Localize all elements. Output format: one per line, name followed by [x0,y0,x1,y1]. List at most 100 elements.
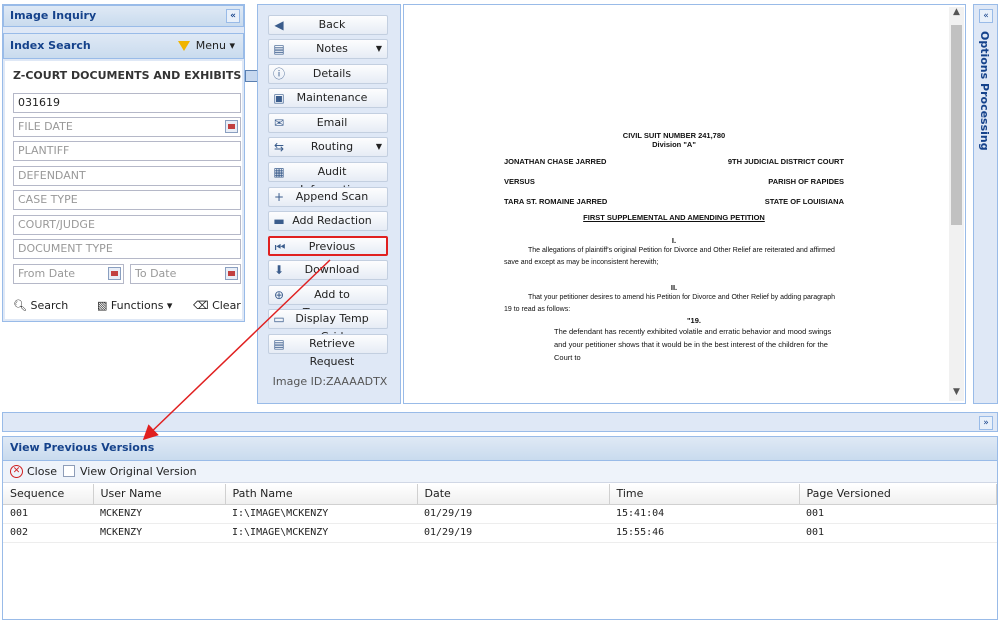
doc-paragraph-2: That your petitioner desires to amend hi… [504,294,836,313]
toolbar-button-label: Email [316,116,348,129]
add-redaction-button[interactable]: ▬ Add Redaction [268,211,388,231]
back-button[interactable]: ◀ Back [268,15,388,35]
image-inquiry-panel: Image Inquiry « Index Search Menu ▾ Z-CO… [2,4,279,322]
append-scan-icon: + [273,190,285,204]
notes-button[interactable]: ▤ Notes ▼ [268,39,388,59]
column-header[interactable]: Sequence [3,484,94,505]
chevron-down-icon[interactable]: ▼ [376,138,382,156]
audit-information-button[interactable]: ▦Audit Information [268,162,388,196]
toolbar-button-label: Notes [316,42,348,55]
functions-icon: ▧ [97,299,108,312]
doc-section-1: I. [671,236,677,245]
options-processing-title[interactable]: Options Processing [978,31,991,151]
email-button[interactable]: ✉ Email [268,113,388,133]
case-type-input[interactable]: CASE TYPE [13,190,241,210]
download-button[interactable]: ⬇ Download [268,260,388,280]
search-button[interactable]: 🔍︎ Search [13,299,68,312]
toolbar-button-label: Retrieve Request [309,337,355,368]
calendar-icon[interactable] [225,120,238,133]
previous-versions-button[interactable]: ⏮Previous Versions [268,236,388,271]
doc-paragraph-19: The defendant has recently exhibited vol… [554,327,832,362]
plaintiff-input[interactable]: PLANTIFF [13,141,241,161]
email-icon: ✉ [273,116,285,130]
column-header[interactable]: Path Name [225,484,418,505]
menu-label: Menu [195,39,226,52]
column-header[interactable]: Date [417,484,610,505]
table-cell: 001 [3,504,93,524]
doc-court: 9TH JUDICIAL DISTRICT COURT [727,157,844,166]
info-icon: ⓘ [272,67,285,81]
audit-icon: ▦ [273,165,285,179]
doc-caption-row: TARA ST. ROMAINE JARRED STATE OF LOUISIAN… [504,197,844,209]
menu-button[interactable]: Menu ▾ [174,38,239,56]
image-id: Image ID:ZAAAADTX [272,375,388,388]
table-row[interactable]: 002 MCKENZY I:\IMAGE\MCKENZY 01/29/19 15:55:… [3,523,997,543]
view-original-label[interactable]: View Original Version [80,465,197,478]
table-cell: 01/29/19 [417,504,609,524]
retrieve-icon: ▤ [273,337,285,351]
defendant-input[interactable]: DEFENDANT [13,166,241,186]
retrieve-request-button[interactable]: ▤ Retrieve Request [268,334,388,368]
from-date-input[interactable]: From Date [13,264,124,284]
chevron-down-icon[interactable]: ▼ [376,40,382,58]
toolbar-button-label: Details [312,67,352,80]
close-button[interactable]: Close [27,465,57,478]
toolbar-button-label: Maintenance [296,91,368,104]
add-to-temporary-button[interactable]: ⊕Add to Temporary [268,285,388,319]
document-type-input[interactable]: DOCUMENT TYPE [13,239,241,259]
scroll-thumb[interactable] [951,25,962,225]
bottom-splitter-bar[interactable]: » [2,412,998,432]
to-date-input[interactable]: To Date [130,264,241,284]
doc-paragraph-1: The allegations of plaintiff's original … [504,247,835,266]
viewer-scrollbar[interactable]: ▲ ▼ [949,7,964,401]
from-date-placeholder: From Date [18,267,76,280]
table-cell: 15:55:46 [609,523,799,543]
table-cell: I:\IMAGE\MCKENZY [225,523,417,543]
index-search-body: Z-COURT DOCUMENTS AND EXHIBITS Ch 031619… [5,61,279,319]
expand-options-icon[interactable]: « [979,9,993,23]
toolbar-button-label: Add Redaction [292,214,372,227]
doc-parish: PARISH OF RAPIDES [768,177,844,186]
search-icon: 🔍︎ [13,299,27,312]
court-judge-input[interactable]: COURT/JUDGE [13,215,241,235]
filter-icon [177,41,190,51]
column-header[interactable]: Page Versioned [799,484,997,505]
toolbar-button-label: Back [318,18,346,31]
download-icon: ⬇ [273,263,285,277]
clear-label: Clear [212,299,241,312]
document-toolbar: ◀ Back ▤ Notes ▼ ⓘ Details ▣ Maintenance ✉ Email ⇆ R… [257,4,401,404]
document-viewer[interactable]: CIVIL SUIT NUMBER 241,780 Division "A" J… [403,4,966,404]
calendar-icon[interactable] [108,267,121,280]
calendar-icon[interactable] [225,267,238,280]
maintenance-icon: ▣ [273,91,285,105]
table-cell: MCKENZY [93,504,225,524]
collapse-bottom-icon[interactable]: » [979,416,993,430]
file-date-input[interactable]: FILE DATE [13,117,241,137]
table-cell: 001 [799,504,997,524]
clear-button[interactable]: ⌫ Clear [193,299,241,312]
previous-versions-header: View Previous Versions [3,437,997,461]
maintenance-button[interactable]: ▣ Maintenance [268,88,388,108]
table-row[interactable]: 001 MCKENZY I:\IMAGE\MCKENZY 01/29/19 15:41:… [3,504,997,524]
column-header[interactable]: Time [609,484,800,505]
versions-table: Sequence User Name Path Name Date Time Page V… [3,484,997,543]
file-date-placeholder: FILE DATE [18,120,73,133]
doc-caption-row: VERSUS PARISH OF RAPIDES [504,177,844,189]
view-original-checkbox[interactable] [63,465,75,477]
details-button[interactable]: ⓘ Details [268,64,388,84]
column-header[interactable]: User Name [93,484,226,505]
scroll-up-icon[interactable]: ▲ [949,7,964,21]
append-scan-button[interactable]: + Append Scan [268,187,388,207]
section-title: Z-COURT DOCUMENTS AND EXHIBITS Ch [13,69,279,82]
routing-button[interactable]: ⇆ Routing ▼ [268,137,388,157]
functions-button[interactable]: ▧ Functions ▾ [97,299,172,312]
display-temp-grid-button[interactable]: ▭Display Temp Grid [268,309,388,343]
versions-toolbar: ✕ Close View Original Version [3,461,997,483]
scroll-down-icon[interactable]: ▼ [949,387,964,401]
doc-versus: VERSUS [504,177,535,186]
close-icon[interactable]: ✕ [10,465,23,478]
doc-defendant: TARA ST. ROMAINE JARRED [504,197,608,206]
notes-icon: ▤ [273,42,285,56]
index-value-input[interactable]: 031619 [13,93,241,113]
collapse-left-icon[interactable]: « [226,9,240,23]
